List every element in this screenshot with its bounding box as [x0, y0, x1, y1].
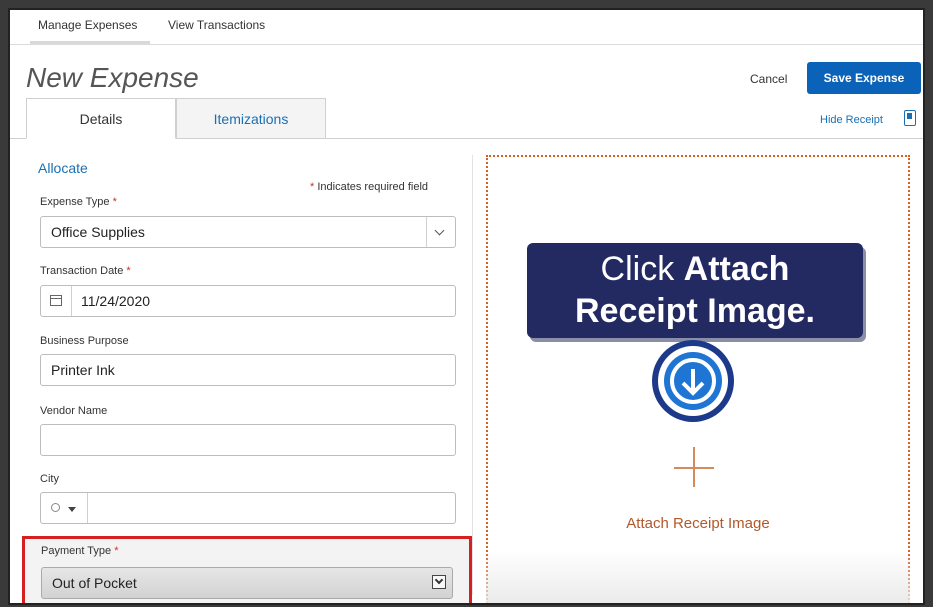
chevron-down-icon [434, 225, 445, 236]
payment-type-label-text: Payment Type [41, 545, 112, 557]
nav-view-transactions[interactable]: View Transactions [168, 18, 265, 32]
expense-type-select[interactable]: Office Supplies [40, 216, 456, 248]
expense-type-dropdown[interactable] [426, 217, 455, 247]
required-star: * [114, 545, 119, 557]
vendor-name-input[interactable] [40, 424, 456, 456]
transaction-date-field[interactable]: 11/24/2020 [40, 285, 456, 317]
expense-type-label: Expense Type * [40, 196, 117, 208]
active-nav-indicator [30, 41, 150, 44]
city-input[interactable] [40, 492, 456, 524]
required-note-text: Indicates required field [317, 181, 429, 193]
payment-type-select[interactable]: Out of Pocket [41, 567, 453, 599]
calendar-icon [50, 295, 62, 306]
bottom-fade [486, 550, 910, 603]
expense-type-value: Office Supplies [51, 224, 145, 240]
pane-divider [472, 155, 473, 595]
required-note: * Indicates required field [310, 181, 428, 193]
save-expense-button[interactable]: Save Expense [807, 62, 921, 94]
city-label: City [40, 473, 59, 485]
nav-manage-expenses[interactable]: Manage Expenses [38, 18, 137, 32]
expense-window: Manage Expenses View Transactions New Ex… [8, 8, 925, 605]
receipt-panel-icon[interactable] [904, 110, 916, 126]
plus-icon-vertical[interactable] [693, 447, 695, 487]
country-selector[interactable] [41, 493, 88, 523]
business-purpose-label: Business Purpose [40, 335, 129, 347]
payment-type-label: Payment Type * [41, 545, 118, 557]
instruction-callout: Click Attach Receipt Image. [527, 243, 863, 338]
down-arrow-icon [652, 340, 734, 422]
top-nav: Manage Expenses View Transactions [10, 10, 923, 45]
required-star: * [126, 265, 131, 277]
callout-text-receipt-image: Receipt Image. [575, 292, 815, 330]
payment-type-value: Out of Pocket [52, 575, 137, 591]
allocate-link[interactable]: Allocate [38, 160, 88, 176]
down-arrow-core [664, 352, 722, 410]
down-arrow-glyph [670, 358, 716, 404]
business-purpose-value: Printer Ink [51, 362, 115, 378]
transaction-date-label: Transaction Date * [40, 265, 131, 277]
callout-text-attach: Attach [683, 250, 790, 288]
vendor-name-label: Vendor Name [40, 405, 108, 417]
page-title: New Expense [26, 62, 199, 93]
chevron-down-icon[interactable] [432, 575, 446, 589]
hide-receipt-link[interactable]: Hide Receipt [820, 114, 883, 126]
calendar-button[interactable] [41, 286, 72, 316]
required-star: * [310, 181, 315, 193]
business-purpose-input[interactable]: Printer Ink [40, 354, 456, 386]
globe-icon [51, 503, 60, 512]
expense-type-label-text: Expense Type [40, 196, 110, 208]
callout-text-click: Click [600, 250, 684, 288]
tab-itemizations[interactable]: Itemizations [176, 98, 326, 139]
transaction-date-label-text: Transaction Date [40, 265, 124, 277]
caret-down-icon [68, 507, 76, 512]
cancel-button[interactable]: Cancel [750, 72, 787, 86]
payment-type-highlight: Payment Type * Out of Pocket [22, 536, 472, 603]
tab-details[interactable]: Details [26, 98, 176, 139]
attach-receipt-image-link[interactable]: Attach Receipt Image [488, 515, 908, 532]
required-star: * [112, 196, 117, 208]
transaction-date-value: 11/24/2020 [81, 293, 151, 309]
